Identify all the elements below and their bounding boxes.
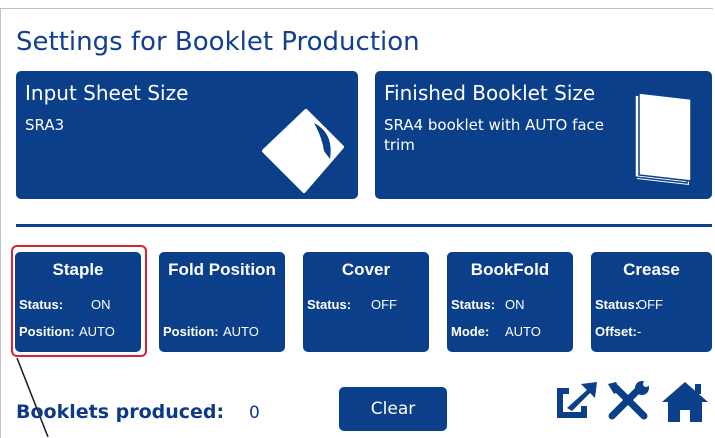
tools-icon[interactable] — [606, 380, 652, 424]
clear-button[interactable]: Clear — [339, 387, 447, 431]
callout-line — [16, 357, 49, 437]
home-icon[interactable] — [660, 380, 710, 424]
booklets-produced-label: Booklets produced: — [16, 401, 225, 423]
booklets-produced-count: 0 — [249, 403, 260, 423]
export-icon[interactable] — [553, 380, 599, 422]
